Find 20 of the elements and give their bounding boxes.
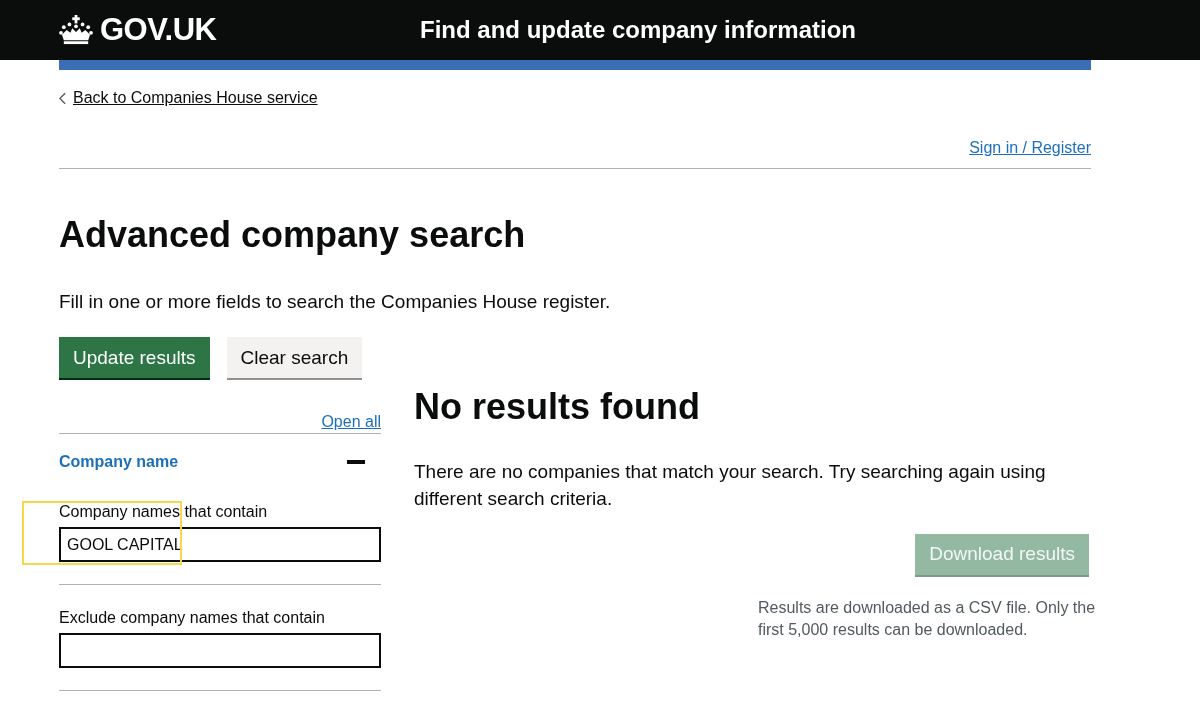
crown-icon bbox=[59, 15, 93, 45]
results-heading: No results found bbox=[414, 387, 701, 427]
open-all-link[interactable]: Open all bbox=[321, 413, 381, 432]
download-note: Results are downloaded as a CSV file. Only the first 5,000 results can be downloaded. bbox=[758, 597, 1097, 641]
back-link[interactable]: Back to Companies House service bbox=[73, 89, 318, 107]
logo-text[interactable]: GOV.UK bbox=[100, 12, 217, 48]
text-input-field[interactable] bbox=[59, 633, 381, 669]
minus-icon[interactable] bbox=[347, 460, 365, 465]
service-name[interactable]: Find and update company information bbox=[420, 16, 856, 44]
page-heading: Advanced company search bbox=[59, 215, 527, 255]
results-message: There are no companies that match your search. Try searching again using different search criteria. bbox=[414, 459, 1047, 511]
field-label: Exclude company names that contain bbox=[59, 609, 325, 628]
field-label: Company names that contain bbox=[59, 503, 268, 522]
text-input-field[interactable]: GOOL CAPITAL bbox=[59, 527, 381, 563]
update-results-button[interactable]: Update results bbox=[59, 337, 210, 379]
sign-in-link[interactable]: Sign in / Register bbox=[969, 139, 1091, 157]
intro-text: Fill in one or more fields to search the Companies House register. bbox=[59, 289, 612, 314]
accordion-section-title[interactable]: Company name bbox=[59, 453, 179, 472]
chevron-left-icon bbox=[59, 91, 66, 105]
clear-search-button[interactable]: Clear search bbox=[226, 337, 363, 379]
